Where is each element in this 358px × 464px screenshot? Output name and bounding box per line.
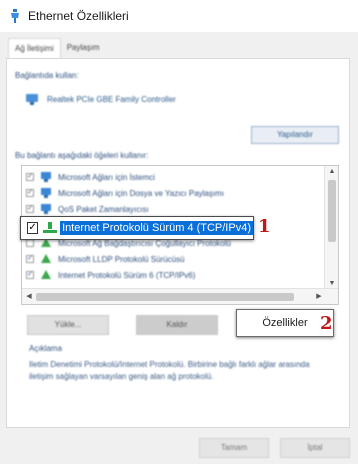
service-icon	[40, 188, 52, 198]
step-marker-2: 2	[320, 313, 333, 334]
item-label: QoS Paket Zamanlayıcısı	[58, 204, 149, 214]
title-bar: Ethernet Özellikleri	[0, 0, 358, 32]
item-checkbox[interactable]: ✓	[26, 205, 34, 213]
scroll-up-arrow-icon[interactable]: ▲	[325, 166, 338, 178]
uninstall-button[interactable]: Kaldır	[136, 315, 218, 335]
item-label: Microsoft LLDP Protokolü Sürücüsü	[58, 254, 185, 264]
protocol-icon	[42, 221, 58, 235]
items-label: Bu bağlantı aşağıdaki öğeleri kullanır:	[15, 151, 149, 160]
horizontal-scroll-thumb[interactable]	[36, 293, 294, 301]
connect-using-label: Bağlantıda kullan:	[15, 71, 79, 80]
window-title: Ethernet Özellikleri	[28, 9, 129, 23]
list-item-ipv4[interactable]: ✓ Internet Protokolü Sürüm 4 (TCP/IPv4)	[20, 216, 254, 240]
list-item[interactable]: ✓ Microsoft Ağları için İstemci	[22, 170, 322, 184]
service-icon	[40, 204, 52, 214]
adapter-name: Realtek PCIe GBE Family Controller	[47, 94, 176, 104]
install-button[interactable]: Yükle...	[27, 315, 109, 335]
protocol-icon	[40, 254, 52, 264]
networking-panel: Bağlantıda kullan: Realtek PCIe GBE Fami…	[6, 58, 350, 428]
step-marker-1: 1	[258, 216, 271, 237]
item-checkbox[interactable]: ✓	[26, 255, 34, 263]
horizontal-scrollbar[interactable]: ◀ ▶	[22, 288, 338, 304]
configure-button[interactable]: Yapılandır	[251, 126, 339, 144]
tab-networking[interactable]: Ağ İletişimi	[8, 38, 61, 58]
tab-strip: Ağ İletişimi Paylaşım	[8, 38, 106, 58]
ipv4-checkbox[interactable]: ✓	[27, 222, 39, 234]
network-adapter-icon	[9, 8, 21, 24]
item-checkbox[interactable]	[26, 239, 34, 247]
tab-sharing[interactable]: Paylaşım	[61, 38, 106, 58]
adapter-icon	[25, 93, 39, 105]
scroll-left-arrow-icon[interactable]: ◀	[22, 289, 36, 304]
item-checkbox[interactable]: ✓	[26, 189, 34, 197]
vertical-scrollbar[interactable]: ▲ ▼	[324, 166, 338, 290]
vertical-scroll-thumb[interactable]	[328, 180, 336, 242]
item-label: Internet Protokolü Sürüm 6 (TCP/IPv6)	[58, 270, 196, 280]
item-checkbox[interactable]: ✓	[26, 173, 34, 181]
item-label: Microsoft Ağları için İstemci	[58, 172, 155, 182]
adapter-row: Realtek PCIe GBE Family Controller	[25, 93, 176, 105]
scroll-right-arrow-icon[interactable]: ▶	[312, 289, 326, 304]
list-item[interactable]: ✓ Microsoft LLDP Protokolü Sürücüsü	[22, 252, 322, 266]
description-text: Iletim Denetimi Protokolü/Internet Proto…	[29, 360, 310, 381]
list-item[interactable]: ✓ Internet Protokolü Sürüm 6 (TCP/IPv6)	[22, 268, 322, 282]
ok-button[interactable]: Tamam	[199, 438, 269, 458]
ipv4-label: Internet Protokolü Sürüm 4 (TCP/IPv4)	[60, 221, 253, 235]
list-item[interactable]: ✓ Microsoft Ağları için Dosya ve Yazıcı …	[22, 186, 322, 200]
protocol-icon	[40, 270, 52, 280]
item-checkbox[interactable]: ✓	[26, 271, 34, 279]
cancel-button[interactable]: İptal	[280, 438, 350, 458]
description-title: Açıklama	[29, 344, 62, 353]
list-item[interactable]: ✓ QoS Paket Zamanlayıcısı	[22, 202, 322, 216]
client-icon	[40, 172, 52, 182]
item-label: Microsoft Ağları için Dosya ve Yazıcı Pa…	[58, 188, 224, 198]
